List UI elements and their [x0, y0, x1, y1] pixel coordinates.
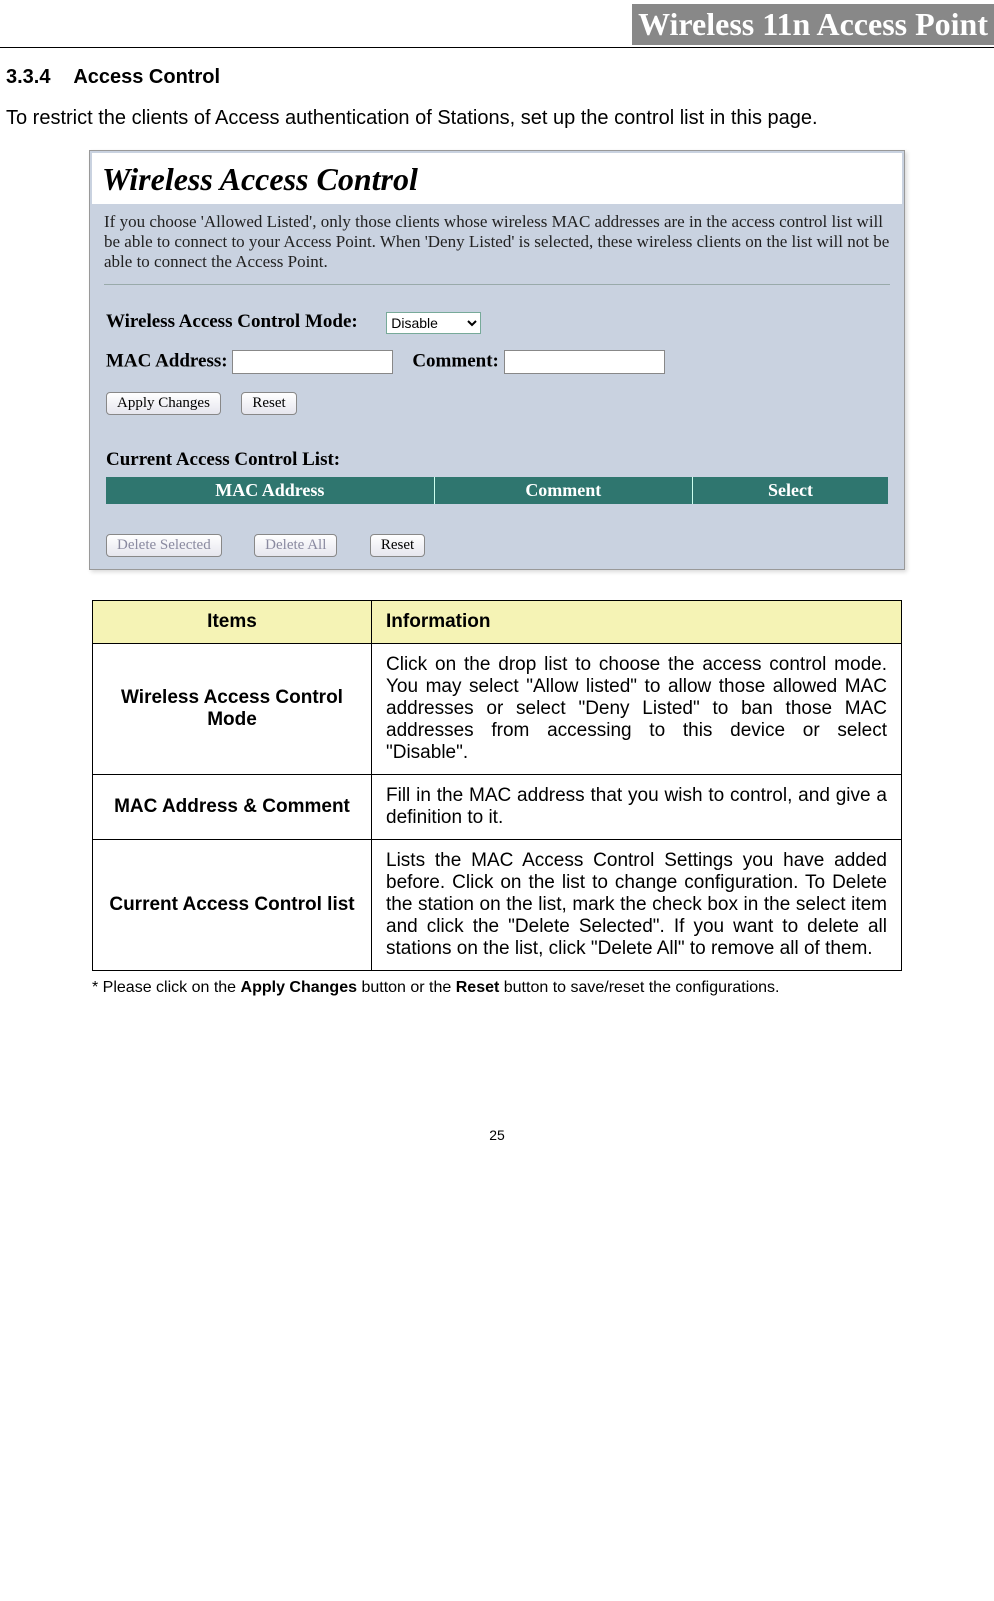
- table-row: Current Access Control list Lists the MA…: [93, 839, 902, 970]
- apply-changes-button[interactable]: Apply Changes: [106, 392, 221, 415]
- table-item: MAC Address & Comment: [93, 774, 372, 839]
- delete-all-button[interactable]: Delete All: [254, 534, 337, 557]
- footnote-suffix: button to save/reset the configurations.: [499, 979, 779, 996]
- mode-label: Wireless Access Control Mode:: [106, 311, 358, 332]
- list-col-comment: Comment: [435, 477, 693, 504]
- section-intro: To restrict the clients of Access authen…: [6, 107, 988, 130]
- mode-select[interactable]: Disable: [386, 312, 481, 334]
- info-table-header-row: Items Information: [93, 600, 902, 643]
- list-col-select: Select: [693, 477, 888, 504]
- panel-description: If you choose 'Allowed Listed', only tho…: [92, 206, 902, 282]
- reset-button[interactable]: Reset: [241, 392, 296, 415]
- info-table-header-items: Items: [93, 600, 372, 643]
- table-info: Fill in the MAC address that you wish to…: [372, 774, 902, 839]
- table-info: Click on the drop list to choose the acc…: [372, 643, 902, 774]
- delete-selected-button[interactable]: Delete Selected: [106, 534, 222, 557]
- table-item: Wireless Access Control Mode: [93, 643, 372, 774]
- footnote-mid: button or the: [357, 979, 456, 996]
- table-info: Lists the MAC Access Control Settings yo…: [372, 839, 902, 970]
- list-buttons-row: Delete Selected Delete All Reset: [92, 504, 902, 557]
- comment-label: Comment:: [412, 350, 499, 371]
- footnote-bold-2: Reset: [456, 979, 500, 996]
- section-number: 3.3.4: [6, 66, 50, 89]
- mac-row: MAC Address: Comment:: [92, 342, 902, 382]
- mac-input[interactable]: [232, 350, 393, 374]
- footnote-bold-1: Apply Changes: [241, 979, 357, 996]
- page-number: 25: [0, 1127, 994, 1143]
- mac-label: MAC Address:: [106, 350, 228, 371]
- section-title: Access Control: [73, 66, 220, 88]
- table-row: MAC Address & Comment Fill in the MAC ad…: [93, 774, 902, 839]
- list-header-row: MAC Address Comment Select: [106, 477, 888, 504]
- comment-input[interactable]: [504, 350, 665, 374]
- divider: [104, 284, 890, 285]
- page-header-title: Wireless 11n Access Point: [632, 4, 994, 45]
- mode-row: Wireless Access Control Mode: Disable: [92, 303, 902, 342]
- info-table-header-info: Information: [372, 600, 902, 643]
- footnote-prefix: * Please click on the: [92, 979, 241, 996]
- footnote: * Please click on the Apply Changes butt…: [92, 979, 902, 997]
- screenshot-panel: Wireless Access Control If you choose 'A…: [89, 150, 905, 570]
- current-list-heading: Current Access Control List:: [92, 421, 902, 477]
- table-item: Current Access Control list: [93, 839, 372, 970]
- apply-row: Apply Changes Reset: [92, 382, 902, 421]
- table-row: Wireless Access Control Mode Click on th…: [93, 643, 902, 774]
- page-header: Wireless 11n Access Point: [0, 0, 994, 48]
- info-table: Items Information Wireless Access Contro…: [92, 600, 902, 971]
- panel-title: Wireless Access Control: [92, 153, 902, 204]
- section-heading: 3.3.4 Access Control: [6, 66, 994, 89]
- reset-list-button[interactable]: Reset: [370, 534, 425, 557]
- list-col-mac: MAC Address: [106, 477, 435, 504]
